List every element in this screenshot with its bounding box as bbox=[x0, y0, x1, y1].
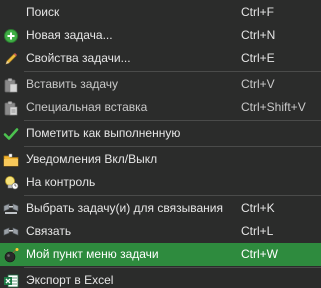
folder-notification-icon bbox=[3, 152, 19, 168]
link-icon bbox=[3, 224, 19, 240]
menu-item-label: Специальная вставка bbox=[26, 100, 148, 114]
menu-item-shortcut: Ctrl+N bbox=[241, 28, 276, 42]
lightbulb-icon bbox=[3, 175, 19, 191]
menu-item-label: Поиск bbox=[26, 5, 60, 19]
menu-item-notifications-toggle[interactable]: Уведомления Вкл/Выкл bbox=[0, 148, 321, 171]
excel-icon bbox=[3, 273, 19, 288]
menu-item-shortcut: Ctrl+V bbox=[241, 77, 275, 91]
menu-item-shortcut: Ctrl+K bbox=[241, 201, 275, 215]
menu-item-label: На контроль bbox=[26, 175, 96, 189]
menu-item-paste-task[interactable]: Вставить задачу Ctrl+V bbox=[0, 73, 321, 96]
link-select-icon bbox=[3, 201, 19, 217]
menu-item-label: Связать bbox=[26, 224, 72, 238]
menu-item-label: Уведомления Вкл/Выкл bbox=[26, 152, 158, 166]
paste-special-icon bbox=[3, 100, 19, 116]
menu-item-task-properties[interactable]: Свойства задачи... Ctrl+E bbox=[0, 47, 321, 70]
menu-item-label: Пометить как выполненную bbox=[26, 126, 181, 140]
menu-item-label: Мой пункт меню задачи bbox=[26, 247, 159, 261]
menu-item-my-task-menu-item[interactable]: Мой пункт меню задачи Ctrl+W bbox=[0, 243, 321, 266]
menu-item-shortcut: Ctrl+W bbox=[241, 247, 278, 261]
menu-item-shortcut: Ctrl+Shift+V bbox=[241, 100, 306, 114]
menu-item-under-control[interactable]: На контроль bbox=[0, 171, 321, 194]
menu-item-mark-complete[interactable]: Пометить как выполненную bbox=[0, 122, 321, 145]
menu-item-label: Новая задача... bbox=[26, 28, 113, 42]
checkmark-icon bbox=[3, 126, 19, 142]
menu-item-label: Выбрать задачу(и) для связывания bbox=[26, 201, 223, 215]
menu-item-link[interactable]: Связать Ctrl+L bbox=[0, 220, 321, 243]
paste-icon bbox=[3, 77, 19, 93]
menu-item-shortcut: Ctrl+L bbox=[241, 224, 274, 238]
menu-item-paste-special[interactable]: Специальная вставка Ctrl+Shift+V bbox=[0, 96, 321, 119]
add-circle-icon bbox=[3, 28, 19, 44]
menu-item-shortcut: Ctrl+F bbox=[241, 5, 274, 19]
menu-item-select-tasks-to-link[interactable]: Выбрать задачу(и) для связывания Ctrl+K bbox=[0, 197, 321, 220]
pencil-icon bbox=[3, 51, 19, 67]
menu-item-label: Экспорт в Excel bbox=[26, 273, 114, 287]
menu-item-label: Вставить задачу bbox=[26, 77, 119, 91]
bomb-icon bbox=[3, 247, 19, 263]
menu-item-search[interactable]: Поиск Ctrl+F bbox=[0, 1, 321, 24]
menu-item-label: Свойства задачи... bbox=[26, 51, 131, 65]
context-menu: Поиск Ctrl+F Новая задача... Ctrl+N Свой… bbox=[0, 0, 321, 288]
menu-item-shortcut: Ctrl+E bbox=[241, 51, 275, 65]
menu-item-new-task[interactable]: Новая задача... Ctrl+N bbox=[0, 24, 321, 47]
menu-item-export-excel[interactable]: Экспорт в Excel bbox=[0, 269, 321, 288]
